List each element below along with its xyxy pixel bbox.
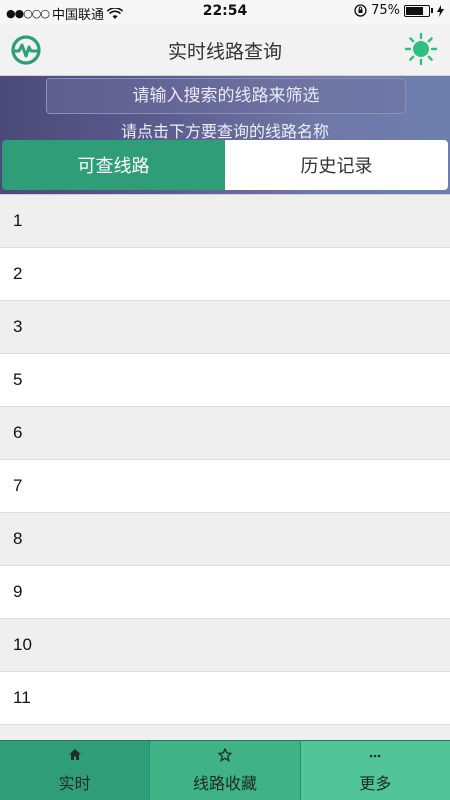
nav-favorites[interactable]: 线路收藏 (150, 741, 301, 800)
list-item[interactable]: 6 (0, 407, 450, 460)
route-list: 1 2 3 5 6 7 8 9 10 11 (0, 194, 450, 740)
list-item[interactable]: 3 (0, 301, 450, 354)
nav-realtime[interactable]: 实时 (0, 741, 151, 800)
app-header: 实时线路查询 (0, 24, 450, 76)
nav-more[interactable]: 更多 (300, 741, 450, 800)
status-right: 75% (354, 3, 444, 18)
list-item[interactable]: 11 (0, 672, 450, 725)
battery-icon (404, 4, 430, 17)
nav-realtime-label: 实时 (58, 773, 91, 793)
list-item[interactable]: 2 (0, 248, 450, 301)
search-area: 请输入搜索的线路来筛选 请点击下方要查询的线路名称 可查线路 历史记录 (0, 76, 450, 194)
status-bar: ●●○○○ 中国联通 22:54 75% (0, 0, 450, 24)
tab-history[interactable]: 历史记录 (225, 140, 448, 190)
charging-icon (437, 4, 444, 17)
battery-percent: 75% (371, 3, 400, 18)
more-icon (368, 748, 382, 766)
sun-icon[interactable] (404, 32, 438, 66)
home-icon (68, 748, 82, 766)
list-item[interactable]: 5 (0, 354, 450, 407)
orientation-lock-icon (354, 4, 367, 17)
nav-favorites-label: 线路收藏 (192, 773, 257, 793)
page-title: 实时线路查询 (167, 41, 282, 63)
tab-bar: 可查线路 历史记录 (2, 140, 448, 190)
list-item[interactable]: 7 (0, 460, 450, 513)
list-item[interactable]: 10 (0, 619, 450, 672)
instruction-text: 请点击下方要查询的线路名称 (120, 122, 329, 141)
list-item[interactable]: 8 (0, 513, 450, 566)
tab-available-routes[interactable]: 可查线路 (2, 140, 225, 190)
list-item[interactable]: 9 (0, 566, 450, 619)
list-item-partial[interactable] (0, 725, 450, 740)
nav-more-label: 更多 (359, 773, 392, 793)
list-item[interactable]: 1 (0, 195, 450, 248)
bottom-nav: 实时 线路收藏 更多 (0, 740, 450, 800)
star-icon (217, 746, 233, 766)
search-input[interactable]: 请输入搜索的线路来筛选 (46, 78, 406, 114)
